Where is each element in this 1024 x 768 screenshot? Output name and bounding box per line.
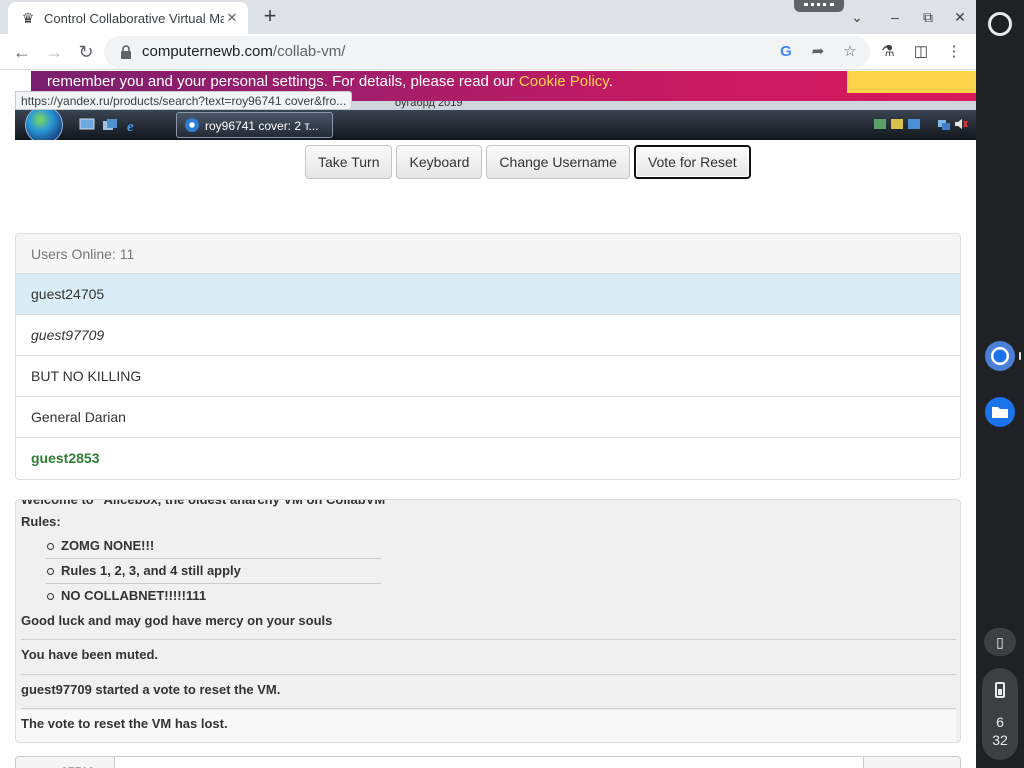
vm-controls: Take Turn Keyboard Change Username Vote … bbox=[305, 145, 751, 179]
browser-icon bbox=[185, 118, 199, 132]
link-status-tooltip: https://yandex.ru/products/search?text=r… bbox=[15, 91, 353, 110]
cookie-text: remember you and your personal settings.… bbox=[47, 73, 613, 90]
back-arrow-icon[interactable]: ← bbox=[8, 38, 36, 66]
user-list-item[interactable]: guest97709 bbox=[16, 315, 960, 356]
new-tab-button[interactable]: + bbox=[258, 4, 282, 28]
chat-message: You have been muted. bbox=[21, 647, 159, 662]
lock-icon[interactable] bbox=[118, 44, 134, 60]
screen: ♛ Control Collaborative Virtual Machines… bbox=[0, 0, 1024, 768]
more-menu-icon[interactable]: ⋮ bbox=[942, 40, 966, 64]
user-list-item[interactable]: BUT NO KILLING bbox=[16, 356, 960, 397]
chevron-down-icon[interactable]: ⌄ bbox=[845, 5, 869, 29]
keyboard-button[interactable]: Keyboard bbox=[396, 145, 483, 179]
forward-arrow-icon[interactable]: → bbox=[40, 38, 68, 66]
chrome-icon[interactable] bbox=[984, 340, 1016, 372]
phone-hub-icon[interactable]: ▯ bbox=[984, 628, 1016, 656]
google-lens-icon[interactable]: G bbox=[776, 42, 796, 62]
chat-message: Welcome to "Alicebox, the oldest anarchy… bbox=[21, 499, 386, 507]
close-tab-icon[interactable]: ✕ bbox=[224, 10, 240, 26]
battery-icon bbox=[995, 682, 1005, 698]
url-text[interactable]: computernewb.com/collab-vm/ bbox=[142, 43, 345, 60]
switch-windows-icon[interactable] bbox=[102, 118, 118, 132]
vote-for-reset-button[interactable]: Vote for Reset bbox=[633, 145, 751, 179]
chat-divider bbox=[21, 708, 956, 709]
tray-app-icon[interactable] bbox=[873, 117, 887, 131]
take-turn-button[interactable]: Take Turn bbox=[305, 145, 393, 179]
network-icon[interactable] bbox=[937, 117, 951, 131]
rule-item: ZOMG NONE!!! bbox=[46, 534, 381, 559]
show-desktop-icon[interactable] bbox=[79, 118, 95, 132]
rule-item: Rules 1, 2, 3, and 4 still apply bbox=[46, 559, 381, 584]
users-online-panel: Users Online: 11 guest24705 guest97709 B… bbox=[15, 233, 961, 480]
chat-input-bar: guest97709 bbox=[15, 756, 961, 768]
files-icon[interactable] bbox=[984, 396, 1016, 428]
rules-list: ZOMG NONE!!! Rules 1, 2, 3, and 4 still … bbox=[46, 534, 381, 609]
share-icon[interactable]: ➦ bbox=[808, 42, 828, 62]
rule-item: NO COLLABNET!!!!!111 bbox=[46, 584, 381, 609]
address-bar[interactable]: computernewb.com/collab-vm/ G ➦ ☆ bbox=[104, 36, 870, 68]
running-indicator bbox=[1019, 352, 1021, 360]
browser-tab-bar: ♛ Control Collaborative Virtual Machines… bbox=[0, 0, 976, 34]
browser-toolbar: ← → ↻ computernewb.com/collab-vm/ G ➦ ☆ … bbox=[0, 34, 976, 70]
cookie-accept-button[interactable] bbox=[847, 71, 976, 93]
page-content: remember you and your personal settings.… bbox=[0, 71, 976, 768]
clock-minute: 32 bbox=[992, 732, 1008, 748]
rules-label: Rules: bbox=[21, 514, 61, 529]
computernewb-logo-icon: ♛ bbox=[21, 9, 35, 26]
vm-taskbar: e roy96741 cover: 2 т... bbox=[15, 110, 976, 140]
clock-hour: 6 bbox=[996, 714, 1004, 730]
chat-divider bbox=[21, 674, 956, 675]
chat-message: Good luck and may god have mercy on your… bbox=[21, 613, 333, 628]
restore-icon[interactable]: ⧉ bbox=[916, 5, 940, 29]
tray-app-icon[interactable] bbox=[890, 117, 904, 131]
volume-muted-icon[interactable] bbox=[954, 117, 968, 131]
chat-input[interactable] bbox=[114, 757, 864, 768]
status-area[interactable]: 6 32 bbox=[982, 668, 1018, 760]
vm-taskbar-window-button[interactable]: roy96741 cover: 2 т... bbox=[176, 112, 333, 138]
chromeos-shelf: ▯ 6 32 bbox=[976, 0, 1024, 768]
svg-text:e: e bbox=[127, 119, 134, 132]
extensions-icon[interactable]: ⚗ bbox=[876, 40, 900, 64]
bookmark-star-icon[interactable]: ☆ bbox=[840, 42, 860, 62]
tab-title: Control Collaborative Virtual Machines! bbox=[44, 10, 224, 26]
chat-log[interactable]: Welcome to "Alicebox, the oldest anarchy… bbox=[15, 499, 961, 743]
chat-message: guest97709 started a vote to reset the V… bbox=[21, 682, 281, 697]
user-list-item[interactable]: General Darian bbox=[16, 397, 960, 438]
change-username-button[interactable]: Change Username bbox=[486, 145, 630, 179]
cookie-policy-link[interactable]: Cookie Policy bbox=[519, 73, 609, 90]
browser-tab[interactable]: ♛ Control Collaborative Virtual Machines… bbox=[8, 2, 248, 34]
tab-search-handle[interactable] bbox=[794, 0, 844, 12]
chat-message: The vote to reset the VM has lost. bbox=[16, 710, 956, 742]
chat-divider bbox=[21, 639, 956, 640]
launcher-icon[interactable] bbox=[988, 12, 1012, 36]
side-panel-icon[interactable]: ◫ bbox=[909, 40, 933, 64]
reload-icon[interactable]: ↻ bbox=[72, 38, 100, 66]
users-online-header: Users Online: 11 bbox=[16, 234, 960, 274]
user-list-item[interactable]: guest2853 bbox=[16, 438, 960, 479]
minimize-icon[interactable]: – bbox=[883, 5, 907, 29]
user-list-item[interactable]: guest24705 bbox=[16, 274, 960, 315]
internet-explorer-icon[interactable]: e bbox=[125, 118, 141, 132]
close-window-icon[interactable]: ✕ bbox=[948, 5, 972, 29]
tray-app-icon[interactable] bbox=[907, 117, 921, 131]
windows-start-orb-icon[interactable] bbox=[25, 106, 63, 140]
